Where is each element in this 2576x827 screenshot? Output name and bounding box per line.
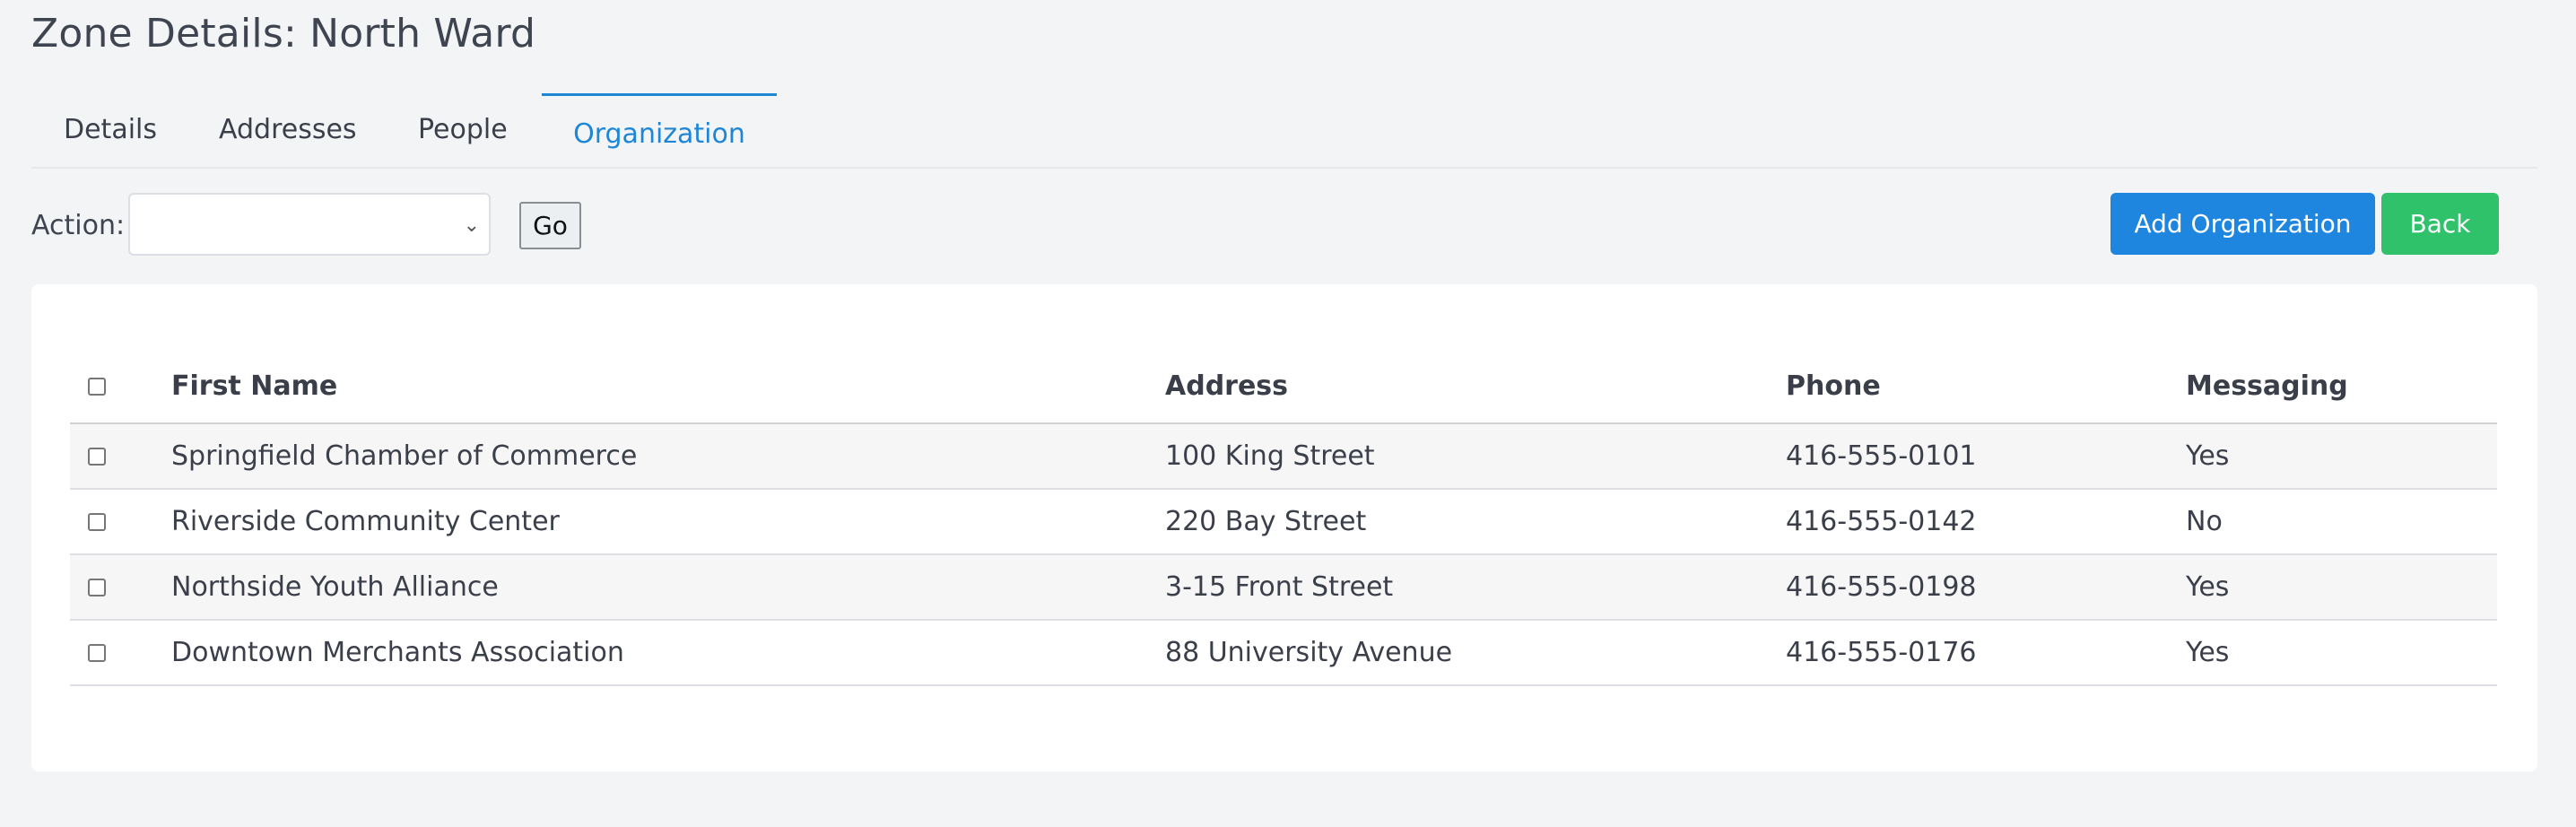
org-name-cell: Riverside Community Center bbox=[171, 506, 560, 537]
chevron-down-icon: ⌄ bbox=[463, 214, 480, 237]
action-select[interactable]: ⌄ bbox=[128, 193, 491, 256]
tab-bar: Details Addresses People Organization bbox=[31, 93, 2537, 169]
tab-organization[interactable]: Organization bbox=[542, 93, 777, 167]
add-organization-button[interactable]: Add Organization bbox=[2110, 193, 2375, 255]
address-cell: 88 University Avenue bbox=[1165, 637, 1453, 668]
go-button[interactable]: Go bbox=[519, 202, 581, 249]
phone-cell: 416-555-0198 bbox=[1786, 571, 1977, 603]
org-name-cell: Springfield Chamber of Commerce bbox=[171, 440, 638, 472]
row-checkbox[interactable] bbox=[88, 512, 106, 531]
column-header-messaging[interactable]: Messaging bbox=[2186, 350, 2348, 422]
row-checkbox[interactable] bbox=[88, 447, 106, 466]
organization-table: First Name Address Phone Messaging Sprin… bbox=[70, 350, 2497, 686]
table-row: Riverside Community Center 220 Bay Stree… bbox=[70, 490, 2497, 555]
column-header-phone[interactable]: Phone bbox=[1786, 350, 1881, 422]
tab-details[interactable]: Details bbox=[64, 93, 157, 167]
phone-cell: 416-555-0176 bbox=[1786, 637, 1977, 668]
select-all-checkbox[interactable] bbox=[88, 377, 106, 396]
org-name-cell: Northside Youth Alliance bbox=[171, 571, 499, 603]
org-name-cell: Downtown Merchants Association bbox=[171, 637, 624, 668]
messaging-cell: Yes bbox=[2186, 440, 2230, 472]
table-row: Northside Youth Alliance 3-15 Front Stre… bbox=[70, 555, 2497, 621]
column-header-first-name[interactable]: First Name bbox=[171, 350, 337, 422]
back-button[interactable]: Back bbox=[2381, 193, 2499, 255]
table-header-row: First Name Address Phone Messaging bbox=[70, 350, 2497, 424]
organization-table-card: First Name Address Phone Messaging Sprin… bbox=[31, 284, 2537, 771]
page-title: Zone Details: North Ward bbox=[31, 11, 536, 57]
messaging-cell: No bbox=[2186, 506, 2223, 537]
table-row: Springfield Chamber of Commerce 100 King… bbox=[70, 424, 2497, 490]
phone-cell: 416-555-0142 bbox=[1786, 506, 1977, 537]
tab-people[interactable]: People bbox=[418, 93, 508, 167]
address-cell: 100 King Street bbox=[1165, 440, 1375, 472]
phone-cell: 416-555-0101 bbox=[1786, 440, 1977, 472]
column-header-address[interactable]: Address bbox=[1165, 350, 1288, 422]
row-checkbox[interactable] bbox=[88, 578, 106, 596]
action-label: Action: bbox=[31, 210, 126, 241]
messaging-cell: Yes bbox=[2186, 637, 2230, 668]
address-cell: 3-15 Front Street bbox=[1165, 571, 1394, 603]
tab-addresses[interactable]: Addresses bbox=[219, 93, 357, 167]
table-row: Downtown Merchants Association 88 Univer… bbox=[70, 621, 2497, 686]
messaging-cell: Yes bbox=[2186, 571, 2230, 603]
row-checkbox[interactable] bbox=[88, 643, 106, 662]
address-cell: 220 Bay Street bbox=[1165, 506, 1367, 537]
